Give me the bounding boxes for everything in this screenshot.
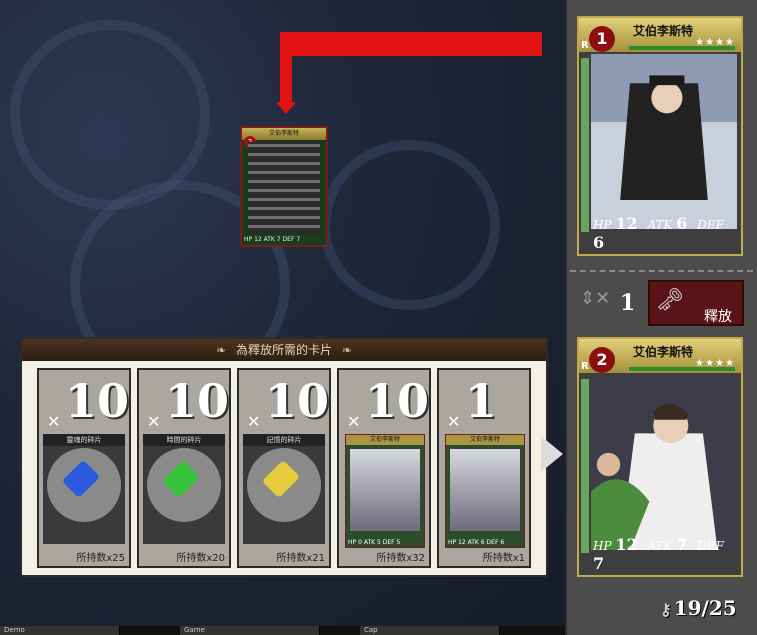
taskbar-item[interactable]: Demo	[0, 626, 120, 635]
ornament-left-icon: ❧	[216, 343, 227, 357]
material-frame: 記憶的碎片	[243, 434, 325, 544]
key-icon: ⚷	[660, 600, 672, 619]
material-slot-card-r1[interactable]: ✕ 1 艾伯李斯特 HP 12 ATK 6 DEF 6 所持数x1	[437, 368, 531, 568]
material-label: 記憶的碎片	[243, 434, 325, 446]
rank-label: R	[581, 361, 589, 372]
times-icon: ✕	[447, 412, 461, 431]
times-icon: ✕	[147, 412, 161, 431]
chained-card-art	[248, 142, 320, 234]
owned-count: 所持数x21	[276, 553, 325, 564]
current-card[interactable]: 艾伯李斯特 ★★★★ 1 R HP 12 ATK 6 DEF 6	[577, 16, 743, 256]
release-button[interactable]: 🗝 釋放	[648, 280, 744, 326]
mini-card-name: 艾伯李斯特	[446, 435, 524, 445]
required-count: 10	[265, 374, 330, 428]
taskbar-item[interactable]: Cap	[360, 626, 500, 635]
release-count: 1	[620, 290, 636, 316]
page-text: 19/25	[673, 596, 737, 620]
mini-card-name: 艾伯李斯特	[346, 435, 424, 445]
side-gauge	[581, 58, 589, 232]
material-frame: 靈魂的碎片	[43, 434, 125, 544]
side-gauge	[581, 379, 589, 553]
target-card[interactable]: 艾伯李斯特 2 HP 12 ATK 7 DEF 7	[240, 126, 328, 247]
mini-card-art	[350, 449, 420, 531]
swap-arrows-icon: ⇕✕	[580, 288, 611, 309]
mini-card: 艾伯李斯特 HP 12 ATK 6 DEF 6	[445, 434, 525, 548]
card-name: 艾伯李斯特	[633, 345, 694, 359]
material-frame: 時間的碎片	[143, 434, 225, 544]
mini-card: 艾伯李斯特 HP 0 ATK 5 DEF 5	[345, 434, 425, 548]
decorative-swirl	[320, 140, 500, 310]
card-stats: HP 12 ATK 7 DEF 7	[593, 535, 724, 573]
mini-card-stats: HP 0 ATK 5 DEF 5	[348, 539, 401, 546]
required-count: 10	[65, 374, 130, 428]
release-label: 釋放	[704, 309, 732, 325]
times-icon: ✕	[47, 412, 61, 431]
key-icon: 🗝	[656, 288, 684, 313]
material-label: 靈魂的碎片	[43, 434, 125, 446]
material-slot-soul[interactable]: ✕ 10 靈魂的碎片 所持数x25	[37, 368, 131, 568]
exp-bar	[629, 367, 735, 371]
card-name: 艾伯李斯特	[633, 24, 694, 38]
required-count: 10	[165, 374, 230, 428]
required-count: 1	[465, 374, 498, 428]
panel-title-text: 為釋放所需的卡片	[235, 343, 332, 357]
ornament-right-icon: ❧	[341, 343, 352, 357]
result-arrow-icon	[541, 436, 563, 472]
required-count: 10	[365, 374, 430, 428]
evolve-arrow	[280, 32, 542, 56]
owned-count: 所持数x1	[482, 553, 525, 564]
page-indicator[interactable]: ⚷ 19/25	[660, 596, 737, 620]
owned-count: 所持数x32	[376, 553, 425, 564]
material-slot-memory[interactable]: ✕ 10 記憶的碎片 所持数x21	[237, 368, 331, 568]
times-icon: ✕	[247, 412, 261, 431]
card-art	[591, 54, 737, 230]
rank-label: R	[581, 40, 589, 51]
owned-count: 所持数x25	[76, 553, 125, 564]
material-slot-card-r2[interactable]: ✕ 10 艾伯李斯特 HP 0 ATK 5 DEF 5 所持数x32	[337, 368, 431, 568]
evolve-arrow-head	[276, 102, 296, 114]
mini-card-art	[450, 449, 520, 531]
exp-bar	[629, 46, 735, 50]
card-stats: HP 12 ATK 7 DEF 7	[244, 236, 301, 243]
material-label: 時間的碎片	[143, 434, 225, 446]
panel-title: ❧ 為釋放所需的卡片 ❧	[22, 339, 546, 361]
taskbar-item[interactable]: Game	[180, 626, 320, 635]
owned-count: 所持数x20	[176, 553, 225, 564]
times-icon: ✕	[347, 412, 361, 431]
rank-badge: 1	[589, 26, 615, 52]
card-stats: HP 12 ATK 6 DEF 6	[593, 214, 724, 252]
card-art	[591, 375, 737, 551]
divider	[570, 270, 753, 272]
mini-card-stats: HP 12 ATK 6 DEF 6	[448, 539, 505, 546]
result-card[interactable]: 艾伯李斯特 ★★★★ 2 R HP 12 ATK 7 DEF 7	[577, 337, 743, 577]
rank-badge: 2	[589, 347, 615, 373]
evolve-arrow-stem	[280, 32, 292, 104]
material-slot-time[interactable]: ✕ 10 時間的碎片 所持数x20	[137, 368, 231, 568]
